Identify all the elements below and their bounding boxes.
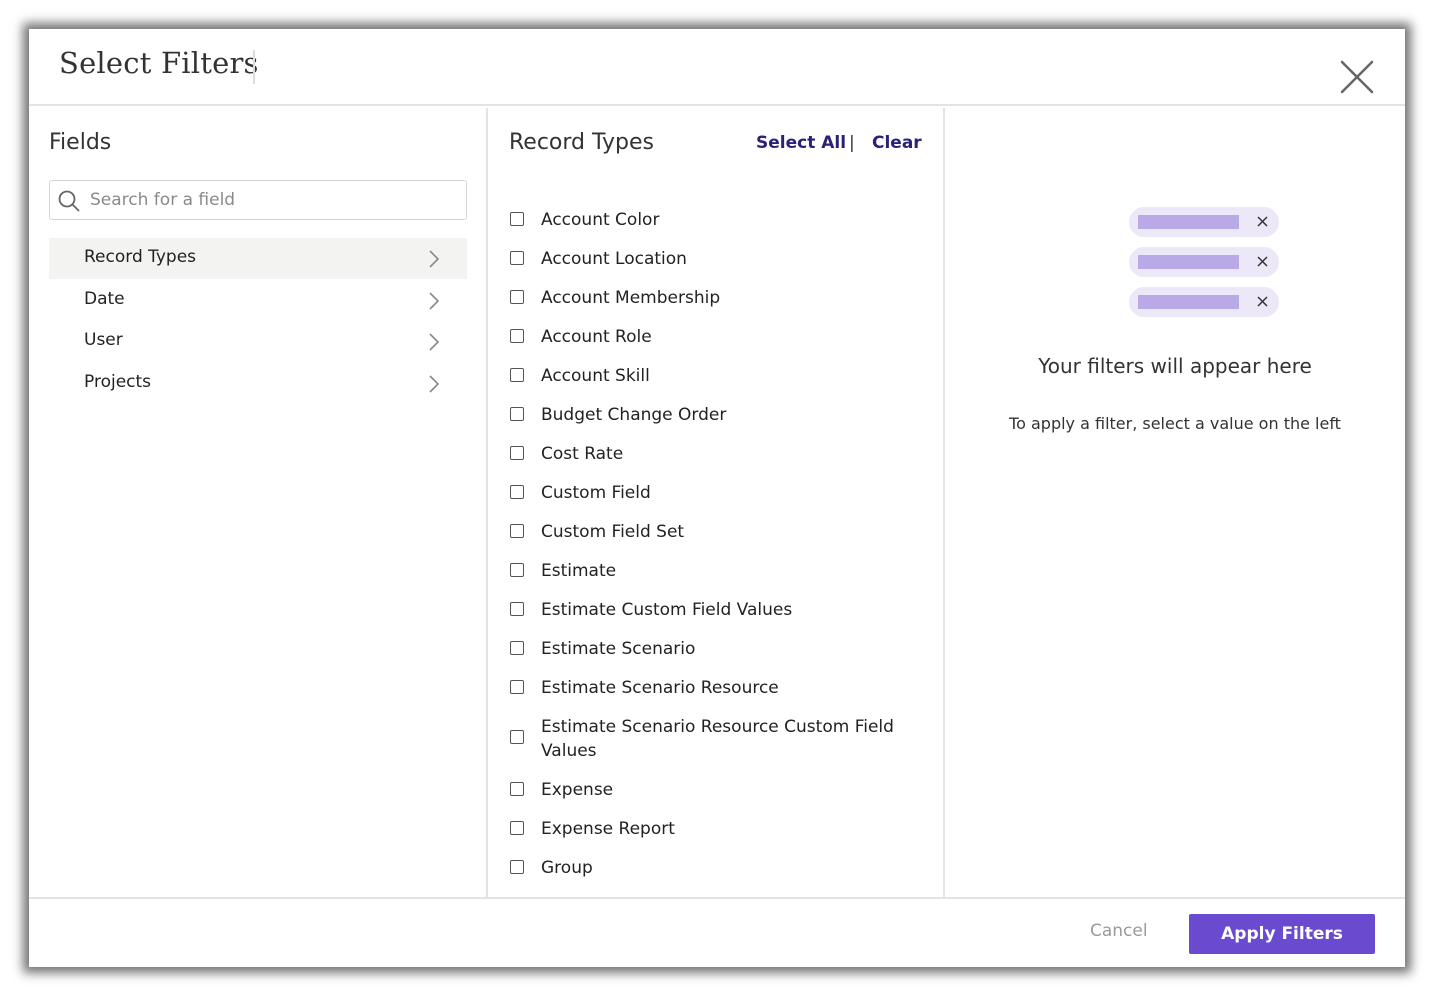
field-list: Record Types Date User Projects xyxy=(49,238,467,404)
record-types-panel: Record Types Select All | Clear Account … xyxy=(488,108,945,897)
record-type-label: Account Skill xyxy=(541,366,650,386)
field-item-date[interactable]: Date xyxy=(49,280,467,321)
chevron-right-icon xyxy=(427,331,441,353)
record-type-label: Account Location xyxy=(541,249,687,269)
title-divider xyxy=(253,50,255,84)
record-type-label: Estimate Scenario xyxy=(541,639,696,659)
checkbox[interactable] xyxy=(510,329,524,343)
checkbox[interactable] xyxy=(510,782,524,796)
chevron-right-icon xyxy=(427,248,441,270)
field-item-label: User xyxy=(84,330,123,350)
checkbox[interactable] xyxy=(510,290,524,304)
record-type-label: Estimate Scenario Resource Custom Field … xyxy=(541,717,894,761)
select-all-link[interactable]: Select All xyxy=(756,133,846,153)
field-item-label: Projects xyxy=(84,371,152,392)
checkbox[interactable] xyxy=(510,602,524,616)
record-type-label: Cost Rate xyxy=(541,444,624,464)
record-type-label: Expense Report xyxy=(541,819,675,839)
checkbox[interactable] xyxy=(510,212,524,226)
record-type-label: Account Role xyxy=(541,327,652,347)
field-item-label: Record Types xyxy=(84,247,197,267)
checkbox[interactable] xyxy=(510,641,524,655)
record-type-label: Estimate Custom Field Values xyxy=(541,600,793,620)
search-icon xyxy=(58,190,80,212)
record-type-label: Account Color xyxy=(541,210,660,230)
checkbox[interactable] xyxy=(510,485,524,499)
cancel-button[interactable]: Cancel xyxy=(1090,921,1148,941)
record-type-label: Custom Field Set xyxy=(541,522,685,542)
fields-panel: Fields Record Types Date xyxy=(29,108,488,897)
record-type-label: Custom Field xyxy=(541,483,651,503)
action-separator: | xyxy=(849,133,855,153)
applied-filters-panel: Your filters will appear here To apply a… xyxy=(945,108,1405,897)
checkbox[interactable] xyxy=(510,563,524,577)
checkbox[interactable] xyxy=(510,368,524,382)
field-item-record-types[interactable]: Record Types xyxy=(49,238,467,279)
empty-state-subtitle: To apply a filter, select a value on the… xyxy=(1009,414,1341,433)
checkbox[interactable] xyxy=(510,680,524,694)
chevron-right-icon xyxy=(427,290,441,312)
close-icon[interactable] xyxy=(1338,58,1376,96)
record-type-label: Budget Change Order xyxy=(541,405,727,425)
checkbox[interactable] xyxy=(510,251,524,265)
search-input[interactable] xyxy=(90,181,460,219)
chevron-right-icon xyxy=(427,373,441,395)
record-type-label: Estimate Scenario Resource xyxy=(541,678,779,698)
checkbox[interactable] xyxy=(510,860,524,874)
modal-footer: Cancel Apply Filters xyxy=(29,897,1405,967)
select-filters-modal: Select Filters Fields Record Types xyxy=(29,29,1405,967)
checkbox[interactable] xyxy=(510,407,524,421)
record-types-heading: Record Types xyxy=(509,130,654,155)
clear-link[interactable]: Clear xyxy=(872,133,922,153)
filter-chips-illustration xyxy=(1128,206,1280,321)
checkbox[interactable] xyxy=(510,446,524,460)
record-type-label: Estimate xyxy=(541,561,617,581)
checkbox[interactable] xyxy=(510,524,524,538)
fields-heading: Fields xyxy=(49,130,112,155)
checkbox[interactable] xyxy=(510,730,524,744)
modal-header: Select Filters xyxy=(29,29,1405,106)
field-item-user[interactable]: User xyxy=(49,321,467,362)
record-type-label: Account Membership xyxy=(541,288,721,308)
checkbox[interactable] xyxy=(510,821,524,835)
field-search xyxy=(49,180,467,220)
field-item-projects[interactable]: Projects xyxy=(49,363,467,404)
field-item-label: Date xyxy=(84,288,125,309)
modal-title: Select Filters xyxy=(59,46,259,80)
record-type-label: Expense xyxy=(541,780,614,800)
record-type-label: Group xyxy=(541,858,593,878)
apply-filters-button[interactable]: Apply Filters xyxy=(1189,914,1375,954)
empty-state-title: Your filters will appear here xyxy=(1038,354,1312,378)
